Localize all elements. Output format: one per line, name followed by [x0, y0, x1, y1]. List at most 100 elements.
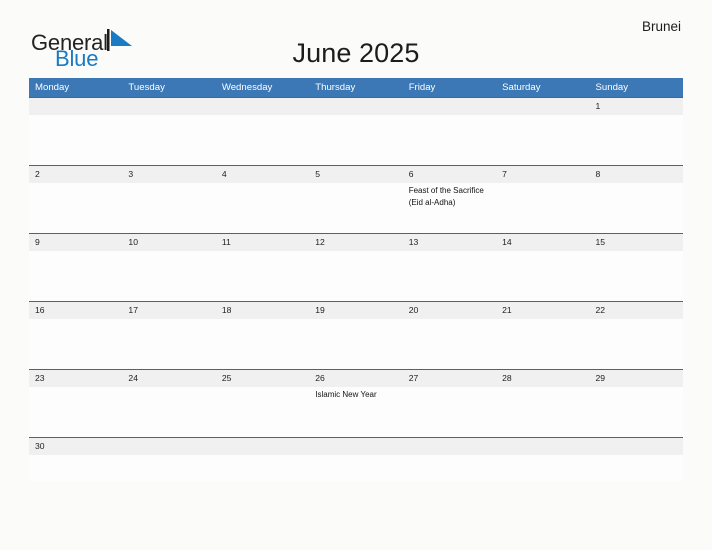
event-cell[interactable]	[29, 387, 122, 437]
event-cell[interactable]	[29, 251, 122, 301]
weekday-header-sunday: Sunday	[595, 82, 629, 93]
event-cell[interactable]	[590, 251, 683, 301]
date-cell[interactable]: 22	[590, 302, 683, 319]
general-blue-logo[interactable]: General Blue	[31, 28, 231, 70]
event-cell[interactable]	[122, 455, 215, 481]
date-cell[interactable]: 8	[590, 166, 683, 183]
date-cell[interactable]	[496, 438, 589, 455]
event-cell[interactable]	[590, 387, 683, 437]
event-cell[interactable]	[403, 115, 496, 165]
event-cell-holiday[interactable]: Islamic New Year	[309, 387, 402, 437]
date-cell[interactable]	[29, 98, 122, 115]
event-cell[interactable]	[29, 115, 122, 165]
event-cell[interactable]	[122, 183, 215, 233]
date-cell[interactable]	[496, 98, 589, 115]
date-cell[interactable]: 1	[590, 98, 683, 115]
logo-text-blue: Blue	[55, 46, 99, 71]
event-cell[interactable]	[216, 455, 309, 481]
event-cell[interactable]	[590, 455, 683, 481]
date-cell[interactable]	[403, 98, 496, 115]
event-cell[interactable]	[496, 455, 589, 481]
date-cell[interactable]: 12	[309, 234, 402, 251]
event-cell[interactable]	[309, 183, 402, 233]
event-cell[interactable]	[216, 115, 309, 165]
blue-triangle-flag-icon	[106, 29, 133, 55]
event-cell[interactable]	[403, 387, 496, 437]
date-cell[interactable]	[216, 98, 309, 115]
event-cell[interactable]	[122, 319, 215, 369]
date-cell[interactable]: 13	[403, 234, 496, 251]
event-cell[interactable]	[309, 455, 402, 481]
calendar-page: General Blue June 2025 Brunei Monday Tue…	[0, 0, 712, 550]
event-cell[interactable]	[590, 115, 683, 165]
event-cell[interactable]	[590, 183, 683, 233]
event-cell[interactable]	[403, 455, 496, 481]
weekday-header-tuesday: Tuesday	[128, 82, 165, 93]
date-cell[interactable]: 7	[496, 166, 589, 183]
date-cell[interactable]: 11	[216, 234, 309, 251]
calendar-week-row: 1	[29, 97, 683, 165]
event-cell[interactable]	[216, 183, 309, 233]
date-cell[interactable]: 10	[122, 234, 215, 251]
date-cell[interactable]: 25	[216, 370, 309, 387]
date-cell[interactable]: 23	[29, 370, 122, 387]
event-cell[interactable]	[496, 387, 589, 437]
event-cell[interactable]	[496, 251, 589, 301]
date-cell[interactable]: 3	[122, 166, 215, 183]
weekday-header-row: Monday Tuesday Wednesday Thursday Friday…	[29, 78, 683, 97]
date-cell[interactable]: 6	[403, 166, 496, 183]
date-cell[interactable]: 17	[122, 302, 215, 319]
date-cell[interactable]: 26	[309, 370, 402, 387]
event-cell[interactable]	[122, 115, 215, 165]
date-cell[interactable]: 19	[309, 302, 402, 319]
date-cell[interactable]	[309, 438, 402, 455]
date-cell[interactable]: 14	[496, 234, 589, 251]
date-cell[interactable]	[122, 98, 215, 115]
date-cell[interactable]	[590, 438, 683, 455]
date-cell[interactable]: 29	[590, 370, 683, 387]
calendar-grid: Monday Tuesday Wednesday Thursday Friday…	[29, 78, 683, 481]
event-cell[interactable]	[216, 319, 309, 369]
event-cell[interactable]	[496, 115, 589, 165]
event-cell[interactable]	[309, 319, 402, 369]
date-cell[interactable]: 5	[309, 166, 402, 183]
date-cell[interactable]: 30	[29, 438, 122, 455]
week-date-strip: 9 10 11 12 13 14 15	[29, 234, 683, 251]
weekday-header-monday: Monday	[35, 82, 70, 93]
event-cell[interactable]	[122, 387, 215, 437]
date-cell[interactable]: 16	[29, 302, 122, 319]
event-cell[interactable]	[496, 319, 589, 369]
event-cell[interactable]	[403, 319, 496, 369]
event-cell[interactable]	[29, 455, 122, 481]
event-text: Feast of the Sacrifice (Eid al-Adha)	[408, 186, 484, 207]
date-cell[interactable]: 4	[216, 166, 309, 183]
date-cell[interactable]: 2	[29, 166, 122, 183]
date-cell[interactable]: 20	[403, 302, 496, 319]
event-cell[interactable]	[309, 115, 402, 165]
event-cell[interactable]	[403, 251, 496, 301]
date-cell[interactable]: 27	[403, 370, 496, 387]
date-cell[interactable]: 18	[216, 302, 309, 319]
date-cell[interactable]: 9	[29, 234, 122, 251]
week-date-strip: 1	[29, 98, 683, 115]
event-cell[interactable]	[122, 251, 215, 301]
event-cell[interactable]	[216, 387, 309, 437]
weekday-header-thursday: Thursday	[315, 82, 356, 93]
date-cell[interactable]	[122, 438, 215, 455]
event-cell[interactable]	[309, 251, 402, 301]
date-cell[interactable]	[309, 98, 402, 115]
date-cell[interactable]: 24	[122, 370, 215, 387]
event-cell[interactable]	[496, 183, 589, 233]
event-cell-holiday[interactable]: Feast of the Sacrifice (Eid al-Adha)	[403, 183, 496, 233]
event-cell[interactable]	[29, 183, 122, 233]
event-cell[interactable]	[216, 251, 309, 301]
date-cell[interactable]	[403, 438, 496, 455]
date-cell[interactable]: 28	[496, 370, 589, 387]
country-label: Brunei	[641, 19, 681, 34]
date-cell[interactable]: 15	[590, 234, 683, 251]
date-cell[interactable]: 21	[496, 302, 589, 319]
event-cell[interactable]	[29, 319, 122, 369]
date-cell[interactable]	[216, 438, 309, 455]
week-event-strip	[29, 455, 683, 481]
event-cell[interactable]	[590, 319, 683, 369]
